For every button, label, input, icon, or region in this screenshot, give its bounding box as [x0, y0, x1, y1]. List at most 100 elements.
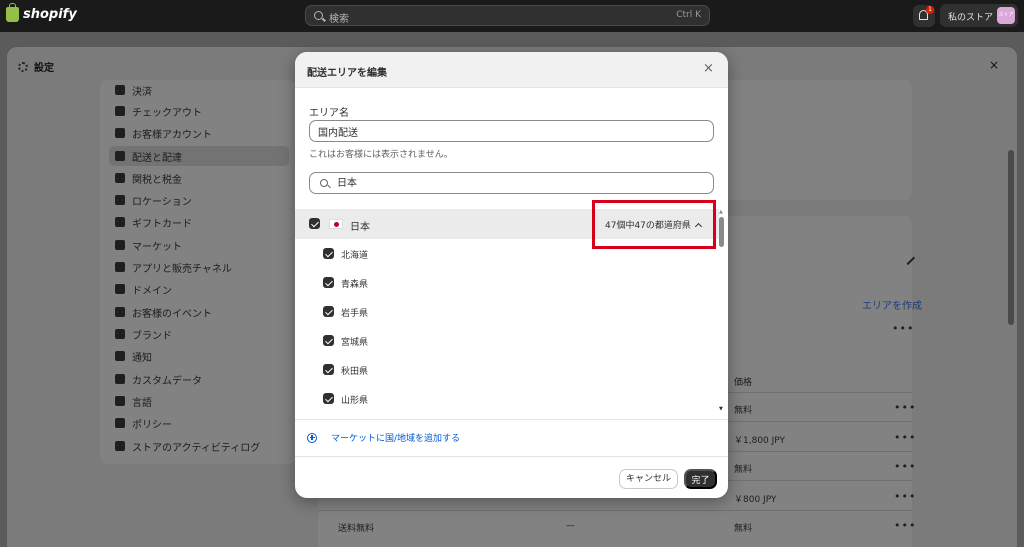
shopify-bag-icon [6, 3, 19, 22]
tax-icon [115, 173, 125, 183]
settings-header: 設定 [18, 59, 54, 74]
scroll-up-icon[interactable]: ▲ [719, 209, 723, 215]
list-item[interactable]: 山形県 [295, 384, 719, 413]
list-item[interactable]: 秋田県 [295, 355, 719, 384]
rate-more-icon[interactable]: ••• [894, 490, 916, 503]
sidebar-item-gift-cards[interactable]: ギフトカード [109, 212, 289, 232]
settings-title: 設定 [34, 63, 54, 74]
sidebar-item-brand[interactable]: ブランド [109, 324, 289, 344]
sidebar-item-markets[interactable]: マーケット [109, 235, 289, 255]
prefecture-count-toggle[interactable]: 47個中47の都道府県 [605, 218, 702, 231]
prefecture-checkbox[interactable] [323, 306, 334, 317]
sidebar-item-policies[interactable]: ポリシー [109, 413, 289, 433]
rate-more-icon[interactable]: ••• [894, 460, 916, 473]
store-menu-button[interactable]: 私のストア ストア [940, 4, 1018, 27]
sidebar-item-taxes[interactable]: 関税と税金 [109, 168, 289, 188]
add-country-label: マーケットに国/地域を追加する [331, 434, 461, 444]
edit-shipping-zone-modal: 配送エリアを編集 × エリア名 これはお客様には表示されません。 日本 47個中… [295, 52, 728, 498]
shopify-logo[interactable]: shopify [6, 3, 77, 22]
more-actions-icon[interactable]: ••• [892, 322, 914, 335]
sidebar-item-customer-accounts[interactable]: お客様アカウント [109, 123, 289, 143]
create-zone-link[interactable]: エリアを作成 [862, 297, 922, 312]
list-item[interactable]: 岩手県 [295, 297, 719, 326]
page-scrollbar[interactable] [1008, 150, 1014, 325]
zone-name-label: エリア名 [309, 108, 349, 119]
store-name: 私のストア [948, 13, 994, 23]
japan-flag-icon [329, 219, 343, 229]
notifications-button[interactable]: 1 [913, 5, 935, 27]
price-column-header: 価格 [734, 378, 753, 388]
rate-more-icon[interactable]: ••• [894, 401, 916, 414]
sidebar-item-checkout[interactable]: チェックアウト [109, 101, 289, 121]
sidebar-item-customer-events[interactable]: お客様のイベント [109, 302, 289, 322]
cart-icon [115, 106, 125, 116]
global-search[interactable]: 検索 Ctrl K [305, 5, 710, 26]
country-search-field[interactable] [309, 172, 714, 194]
rate-name: 送料無料 [338, 524, 375, 534]
prefecture-name: 青森県 [341, 280, 369, 290]
scroll-down-icon[interactable]: ▼ [719, 406, 723, 412]
country-list: 日本 47個中47の都道府県 北海道 青森県 岩手県 宮城県 秋田県 山形県 [295, 209, 728, 419]
rate-price: 無料 [734, 524, 753, 534]
modal-footer: キャンセル 完了 [295, 457, 728, 498]
cancel-button[interactable]: キャンセル [619, 469, 678, 489]
prefecture-name: 山形県 [341, 396, 369, 406]
search-shortcut: Ctrl K [676, 10, 701, 20]
country-checkbox[interactable] [309, 218, 320, 229]
prefecture-count-text: 47個中47の都道府県 [605, 221, 691, 231]
rate-more-icon[interactable]: ••• [894, 519, 916, 532]
sidebar-item-domains[interactable]: ドメイン [109, 279, 289, 299]
store-avatar: ストア [997, 7, 1015, 24]
sidebar-item-custom-data[interactable]: カスタムデータ [109, 369, 289, 389]
country-search-input[interactable] [337, 176, 697, 187]
prefecture-checkbox[interactable] [323, 364, 334, 375]
chevron-up-icon [694, 222, 702, 231]
close-icon[interactable]: × [703, 61, 714, 76]
prefecture-checkbox[interactable] [323, 393, 334, 404]
bell-icon [115, 351, 125, 361]
list-scrollbar[interactable]: ▲ ▼ [719, 209, 725, 416]
prefecture-name: 宮城県 [341, 338, 369, 348]
prefecture-name: 岩手県 [341, 309, 369, 319]
prefecture-checkbox[interactable] [323, 277, 334, 288]
rate-more-icon[interactable]: ••• [894, 431, 916, 444]
location-icon [115, 195, 125, 205]
sidebar-item-shipping[interactable]: 配送と配達 [109, 146, 289, 166]
rate-price: 無料 [734, 465, 753, 475]
sidebar-item-activity-log[interactable]: ストアのアクティビティログ [109, 436, 289, 456]
country-row-japan[interactable]: 日本 47個中47の都道府県 [295, 209, 719, 239]
search-icon [320, 179, 328, 187]
zone-name-field[interactable] [309, 120, 714, 142]
sidebar-item-notifications[interactable]: 通知 [109, 346, 289, 366]
modal-header: 配送エリアを編集 × [295, 52, 728, 88]
add-country-link[interactable]: マーケットに国/地域を追加する [307, 431, 460, 444]
sidebar-item-apps[interactable]: アプリと販売チャネル [109, 257, 289, 277]
modal-title: 配送エリアを編集 [307, 68, 387, 79]
divider [295, 419, 728, 420]
zone-name-help-text: これはお客様には表示されません。 [309, 150, 453, 160]
sidebar-item-locations[interactable]: ロケーション [109, 190, 289, 210]
prefecture-checkbox[interactable] [323, 248, 334, 259]
logo-text: shopify [23, 7, 77, 22]
settings-close-button[interactable]: × [989, 58, 999, 72]
truck-icon [115, 151, 125, 161]
list-item[interactable]: 北海道 [295, 239, 719, 268]
divider [318, 510, 912, 511]
done-button[interactable]: 完了 [684, 469, 717, 489]
list-item[interactable]: 宮城県 [295, 326, 719, 355]
globe-icon [115, 240, 125, 250]
events-icon [115, 307, 125, 317]
rate-price: ￥1,800 JPY [734, 436, 786, 446]
sidebar-item-payments[interactable]: 決済 [109, 80, 289, 100]
data-icon [115, 374, 125, 384]
globe-icon [115, 284, 125, 294]
list-icon [115, 441, 125, 451]
sidebar-item-languages[interactable]: 言語 [109, 391, 289, 411]
gift-card-icon [115, 217, 125, 227]
notification-badge: 1 [926, 6, 934, 14]
apps-icon [115, 262, 125, 272]
prefecture-checkbox[interactable] [323, 335, 334, 346]
list-item[interactable]: 青森県 [295, 268, 719, 297]
scrollbar-thumb[interactable] [719, 217, 724, 247]
top-bar: shopify 検索 Ctrl K 1 私のストア ストア [0, 0, 1024, 32]
